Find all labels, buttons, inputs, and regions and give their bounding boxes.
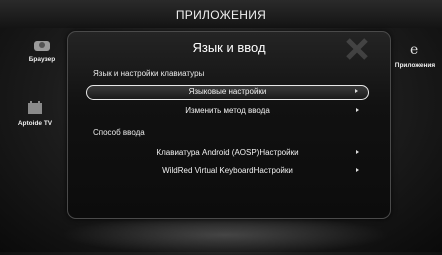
aptoide-tv-icon: [28, 101, 42, 114]
menu-item-label: WildRed Virtual KeyboardНастройки: [162, 166, 293, 175]
top-bar: ПРИЛОЖЕНИЯ: [0, 0, 442, 28]
section-header-input-method: Способ ввода: [93, 128, 145, 137]
menu-item-label: Изменить метод ввода: [185, 106, 270, 115]
section-header-keyboard: Язык и настройки клавиатуры: [93, 69, 205, 78]
menu-item-wildred-keyboard[interactable]: WildRed Virtual KeyboardНастройки: [86, 163, 369, 178]
aptoide-tv-label: Aptoide TV: [17, 120, 53, 127]
browser-icon: [34, 41, 50, 51]
page-title: ПРИЛОЖЕНИЯ: [175, 8, 267, 22]
browser-tile[interactable]: Браузер: [22, 38, 62, 63]
chevron-right-icon: [356, 108, 359, 112]
apps-icon: e: [410, 42, 418, 58]
chevron-right-icon: [356, 168, 359, 172]
browser-label: Браузер: [28, 56, 56, 63]
menu-item-aosp-keyboard[interactable]: Клавиатура Android (AOSP)Настройки: [86, 145, 369, 160]
menu-item-change-input-method[interactable]: Изменить метод ввода: [86, 103, 369, 118]
background-glow: [60, 215, 390, 255]
svg-text:e: e: [410, 42, 418, 58]
menu-item-label: Клавиатура Android (AOSP)Настройки: [156, 148, 299, 157]
apps-label: Приложения: [394, 62, 436, 69]
aptoide-tv-tile[interactable]: Aptoide TV: [10, 100, 60, 127]
menu-item-label: Языковые настройки: [188, 87, 267, 96]
dialog-title: Язык и ввод: [192, 40, 266, 55]
chevron-right-icon: [356, 150, 359, 154]
menu-item-language-settings[interactable]: Языковые настройки: [86, 85, 369, 100]
apps-tile[interactable]: e Приложения: [390, 40, 440, 69]
language-input-dialog: Язык и ввод Язык и настройки клавиатуры …: [67, 31, 391, 219]
chevron-right-icon: [355, 89, 358, 93]
